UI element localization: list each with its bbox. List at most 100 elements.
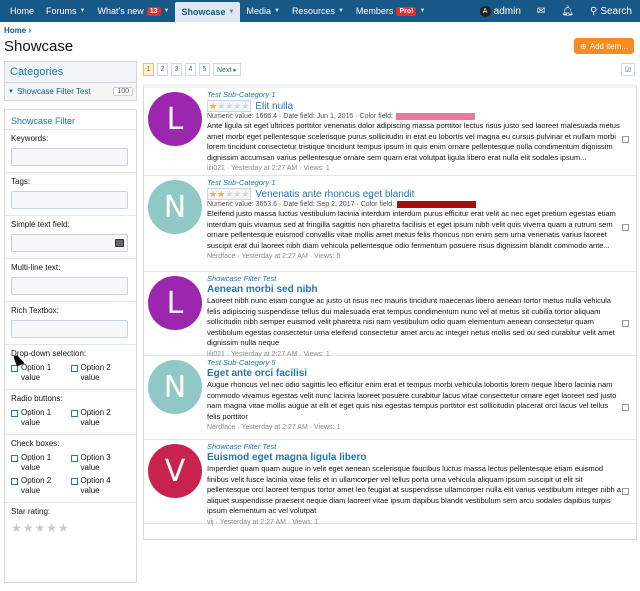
- tags-input[interactable]: [11, 191, 128, 209]
- username: admin: [493, 5, 521, 17]
- item-title[interactable]: Euismod eget magna ligula libero: [207, 452, 366, 463]
- nav-tab-media[interactable]: Media ▼: [240, 0, 285, 22]
- radio-option[interactable]: Option 2 value: [70, 408, 131, 428]
- checkbox-option[interactable]: Option 3 value: [70, 453, 131, 473]
- breadcrumb[interactable]: Home ›: [4, 26, 31, 35]
- option-label: Option 2 value: [21, 476, 52, 495]
- item-category[interactable]: Test Sub-Category 1: [207, 178, 622, 187]
- color-swatch: [397, 201, 477, 208]
- chevron-down-icon[interactable]: ▼: [274, 8, 280, 14]
- next-page-button[interactable]: Next ▸: [213, 63, 241, 76]
- item-title[interactable]: Eget ante orci facilisi: [207, 368, 307, 379]
- avatar-letter: L: [166, 285, 184, 321]
- list-item[interactable]: V Showcase Filter Test Euismod eget magna …: [144, 440, 636, 526]
- nav-tab-home[interactable]: Home: [0, 0, 40, 22]
- star-icon: ★: [209, 189, 218, 199]
- breadcrumb-home[interactable]: Home: [4, 26, 26, 35]
- item-select-checkbox[interactable]: [622, 404, 629, 411]
- list-item[interactable]: N Test Sub-Category 5 Eget ante orci facil…: [144, 356, 636, 440]
- nav-tab-forums[interactable]: Forums ▼: [40, 0, 91, 22]
- item-body: Test Sub-Category 1 ★ ★ ★ ★ ★ Venenatis ante r…: [207, 178, 622, 260]
- rich-text-section: Rich Textbox:: [5, 301, 136, 344]
- nav-tab-resources[interactable]: Resources ▼: [286, 0, 350, 22]
- item-category[interactable]: Showcase Filter Test: [207, 274, 622, 283]
- multiline-input[interactable]: [11, 277, 128, 295]
- star-rating-label: Star rating:: [11, 507, 51, 516]
- dropdown-option[interactable]: Option 1 value: [11, 363, 71, 383]
- checkbox-option[interactable]: Option 2 value: [11, 476, 71, 496]
- simple-text-input[interactable]: [11, 234, 128, 252]
- star-rating-section: Star rating: ★★★★★: [5, 502, 136, 541]
- nav-tab-label: Resources: [291, 6, 335, 16]
- page-link[interactable]: 2: [157, 63, 168, 76]
- avatar[interactable]: V: [148, 444, 202, 498]
- avatar[interactable]: L: [148, 276, 202, 330]
- star-icon: ★: [225, 101, 234, 111]
- list-item[interactable]: N Test Sub-Category 1 ★ ★ ★ ★ ★ Venenatis ante …: [144, 176, 636, 272]
- chevron-down-icon[interactable]: ▼: [338, 8, 344, 14]
- list-item[interactable]: L Showcase Filter Test Aenean morbi sed ni…: [144, 272, 636, 358]
- chevron-down-icon[interactable]: ▼: [419, 8, 425, 14]
- item-title[interactable]: Aenean morbi sed nibh: [207, 284, 318, 295]
- add-item-button[interactable]: ⊕ Add item...: [574, 38, 634, 54]
- nav-tab-members[interactable]: Members Pro! ▼: [350, 0, 431, 22]
- dropdown-option[interactable]: Option 2 value: [70, 363, 131, 383]
- item-description: Imperdiet quam quam augue in velit eget …: [207, 464, 621, 515]
- star-rating-input[interactable]: ★★★★★: [11, 521, 130, 535]
- radio-option[interactable]: Option 1 value: [11, 408, 71, 428]
- keywords-section: Keywords:: [5, 129, 136, 172]
- item-category[interactable]: Test Sub-Category 1: [207, 90, 622, 99]
- avatar-letter: N: [163, 189, 187, 225]
- avatar[interactable]: N: [148, 180, 202, 234]
- item-title[interactable]: Venenatis ante rhoncus eget blandit: [255, 189, 414, 200]
- item-title[interactable]: Elit nulla: [255, 101, 293, 112]
- checkbox[interactable]: [70, 455, 78, 462]
- user-menu[interactable]: Aadmin: [472, 0, 529, 22]
- bell-icon[interactable]: 🔔︎: [553, 0, 582, 22]
- star-rating: ★ ★ ★ ★ ★: [207, 100, 252, 112]
- inbox-icon[interactable]: ✉: [529, 0, 553, 22]
- search-button[interactable]: ⚲ Search: [582, 0, 640, 22]
- category-item[interactable]: ▼ Showcase Filter Test 100: [5, 83, 136, 100]
- notification-badge: 13: [146, 6, 161, 16]
- keywords-input[interactable]: [11, 148, 128, 166]
- item-description: Augue rhoncus vel nec odio sagittis leo …: [207, 380, 617, 421]
- page-link[interactable]: 5: [199, 63, 210, 76]
- page-link[interactable]: 4: [185, 63, 196, 76]
- item-select-checkbox[interactable]: [622, 224, 629, 231]
- avatar[interactable]: N: [148, 360, 202, 414]
- item-select-checkbox[interactable]: [622, 320, 629, 327]
- checkbox[interactable]: [70, 478, 78, 485]
- select-all-checkbox-icon[interactable]: ☑: [621, 63, 635, 76]
- item-select-checkbox[interactable]: [622, 136, 629, 143]
- item-category[interactable]: Test Sub-Category 5: [207, 358, 622, 367]
- checkbox-option[interactable]: Option 4 value: [70, 476, 131, 496]
- item-select-checkbox[interactable]: [622, 488, 629, 495]
- item-body: Test Sub-Category 1 ★ ★ ★ ★ ★ Elit nulla Numeri…: [207, 90, 622, 172]
- nav-tab-label: Media: [246, 6, 271, 16]
- checkbox[interactable]: [70, 410, 78, 417]
- page-link[interactable]: 1: [143, 63, 154, 76]
- chevron-down-icon[interactable]: ▼: [8, 89, 14, 95]
- checkbox[interactable]: [11, 478, 18, 485]
- avatar[interactable]: L: [148, 92, 202, 146]
- nav-tab-whats-new[interactable]: What's new 13 ▼: [91, 0, 175, 22]
- page-link[interactable]: 3: [171, 63, 182, 76]
- checkbox[interactable]: [11, 455, 18, 462]
- list-item[interactable]: L Test Sub-Category 1 ★ ★ ★ ★ ★ Elit nulla Numer…: [144, 88, 636, 176]
- chevron-down-icon[interactable]: ▼: [229, 9, 235, 15]
- search-label: Search: [600, 5, 632, 17]
- chevron-down-icon[interactable]: ▼: [80, 8, 86, 14]
- rich-text-input[interactable]: [11, 320, 128, 338]
- sidebar: Categories ▼ Showcase Filter Test 100 Sh…: [4, 61, 137, 591]
- nav-tab-showcase[interactable]: Showcase ▼: [175, 2, 241, 22]
- item-category[interactable]: Showcase Filter Test: [207, 442, 622, 451]
- checkbox[interactable]: [11, 410, 18, 417]
- chevron-down-icon[interactable]: ▼: [164, 8, 170, 14]
- checkbox[interactable]: [70, 365, 78, 372]
- dropdown-section: Drop-down selection: Option 1 value Opti…: [5, 344, 136, 389]
- checkbox-option[interactable]: Option 1 value: [11, 453, 71, 473]
- category-label[interactable]: Showcase Filter Test: [17, 87, 91, 96]
- multiline-label: Multi-line text:: [11, 263, 61, 272]
- keyboard-icon[interactable]: [115, 239, 124, 247]
